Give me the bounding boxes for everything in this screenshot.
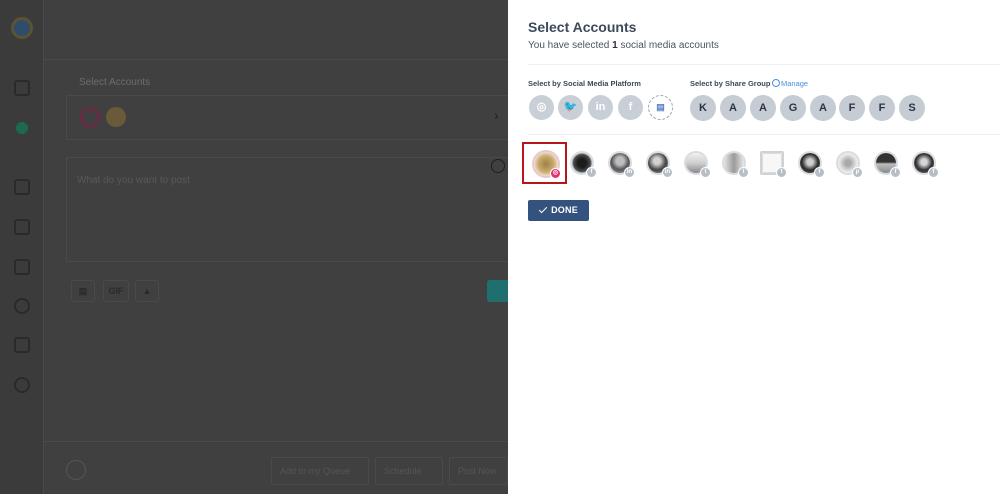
done-button[interactable]: DONE xyxy=(528,200,589,221)
account-avatar[interactable]: f xyxy=(874,151,901,178)
twitter-badge-icon: t xyxy=(700,167,711,178)
account-avatar[interactable]: f xyxy=(912,151,939,178)
panel-title: Select Accounts xyxy=(528,19,637,35)
share-group-button[interactable]: F xyxy=(839,95,865,121)
divider xyxy=(528,64,1000,65)
platform-linkedin-button[interactable]: in xyxy=(588,95,613,120)
add-to-queue-button: Add to my Queue xyxy=(271,457,369,485)
twitter-badge-icon: t xyxy=(738,167,749,178)
twitter-badge-icon: t xyxy=(776,167,787,178)
top-bar xyxy=(44,0,508,60)
platform-google-business-button[interactable]: ▤ xyxy=(648,95,673,120)
share-group-button[interactable]: K xyxy=(690,95,716,121)
compose-placeholder: What do you want to post xyxy=(77,175,190,186)
share-group-button[interactable]: A xyxy=(810,95,836,121)
analytics-icon xyxy=(14,298,30,314)
account-avatar-instagram-selected[interactable]: ◎ xyxy=(532,150,561,179)
google-business-icon: ▤ xyxy=(656,102,665,112)
facebook-badge-icon: f xyxy=(890,167,901,178)
selected-count: 1 xyxy=(612,40,618,51)
settings-icon xyxy=(14,377,30,393)
avatar xyxy=(106,107,126,127)
upload-icon: ▲ xyxy=(135,280,159,302)
share-group-button[interactable]: G xyxy=(780,95,806,121)
avatar xyxy=(80,107,100,127)
schedule-button: Schedule xyxy=(375,457,443,485)
instagram-icon: ◎ xyxy=(536,101,547,113)
account-avatar[interactable]: t xyxy=(760,151,787,178)
group-section-label: Select by Share Group xyxy=(690,79,771,88)
download-icon xyxy=(14,337,30,353)
account-avatar[interactable]: p xyxy=(836,151,863,178)
billing-icon xyxy=(16,122,28,134)
post-now-button: Post Now xyxy=(449,457,508,485)
compose-box xyxy=(66,157,508,262)
account-avatar[interactable]: t xyxy=(722,151,749,178)
facebook-badge-icon: f xyxy=(928,167,939,178)
emoji-icon xyxy=(491,159,505,173)
gear-icon xyxy=(772,79,780,87)
divider xyxy=(528,134,1000,135)
chevron-right-icon: › xyxy=(494,107,499,123)
facebook-icon: f xyxy=(628,101,633,113)
account-avatar[interactable]: f xyxy=(798,151,825,178)
account-avatar[interactable]: f xyxy=(570,151,597,178)
teal-action xyxy=(487,280,508,302)
share-group-button[interactable]: A xyxy=(720,95,746,121)
avatar xyxy=(66,460,86,480)
gif-button: GIF xyxy=(103,280,129,302)
pinterest-badge-icon: p xyxy=(852,167,863,178)
media-library-icon: ▤ xyxy=(71,280,95,302)
footer-divider xyxy=(44,441,508,442)
share-group-button[interactable]: A xyxy=(750,95,776,121)
platform-instagram-button[interactable]: ◎ xyxy=(529,95,554,120)
account-avatar[interactable]: t xyxy=(684,151,711,178)
rss-icon xyxy=(14,259,30,275)
select-accounts-label: Select Accounts xyxy=(79,77,151,88)
sidebar xyxy=(0,0,44,494)
subtitle-prefix: You have selected xyxy=(528,40,610,51)
manage-link[interactable]: Manage xyxy=(772,79,808,88)
subtitle-suffix: social media accounts xyxy=(620,40,719,51)
checkmark-icon xyxy=(538,204,548,214)
account-selector xyxy=(66,95,508,140)
share-group-button[interactable]: S xyxy=(899,95,925,121)
account-avatar[interactable]: in xyxy=(646,151,673,178)
manage-label: Manage xyxy=(781,79,809,88)
compose-icon xyxy=(14,179,30,195)
share-group-button[interactable]: F xyxy=(869,95,895,121)
twitter-icon: 🐦 xyxy=(563,101,578,113)
platform-twitter-button[interactable]: 🐦 xyxy=(558,95,583,120)
select-accounts-panel: Select Accounts You have selected 1 soci… xyxy=(508,0,1000,494)
facebook-badge-icon: f xyxy=(814,167,825,178)
linkedin-icon: in xyxy=(595,101,606,113)
background-app-overlay: Select Accounts › What do you want to po… xyxy=(0,0,508,494)
instagram-badge-icon: ◎ xyxy=(550,168,561,179)
facebook-badge-icon: f xyxy=(586,167,597,178)
panel-subtitle: You have selected 1 social media account… xyxy=(528,40,719,51)
platform-section-label: Select by Social Media Platform xyxy=(528,79,641,88)
linkedin-badge-icon: in xyxy=(662,167,673,178)
linkedin-badge-icon: in xyxy=(624,167,635,178)
posts-icon xyxy=(14,219,30,235)
app-logo xyxy=(11,17,33,39)
platform-facebook-button[interactable]: f xyxy=(618,95,643,120)
dashboard-icon xyxy=(14,80,30,96)
account-avatar[interactable]: in xyxy=(608,151,635,178)
done-label: DONE xyxy=(551,205,578,215)
